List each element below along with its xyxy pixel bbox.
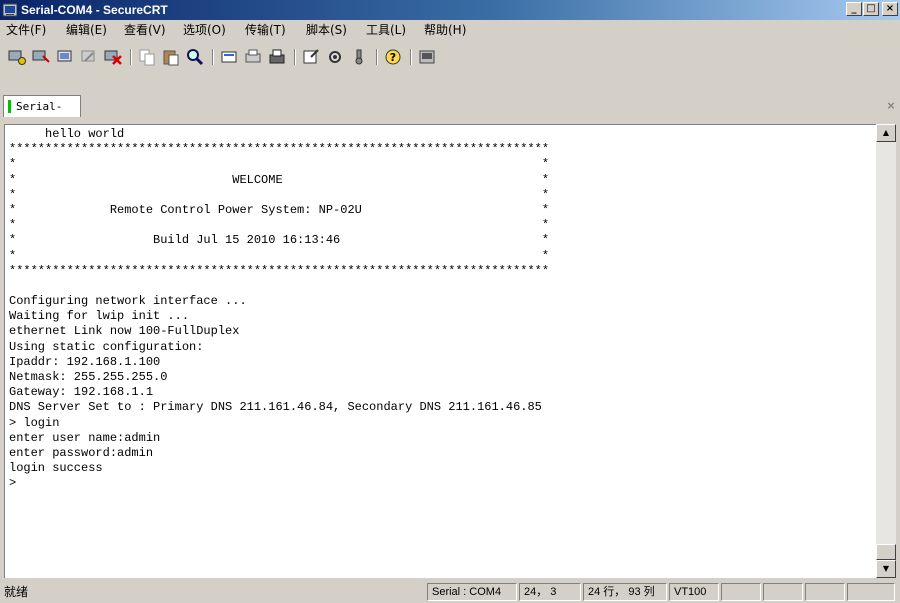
terminal-line: Using static configuration: xyxy=(9,339,204,354)
terminal-line: Gateway: 192.168.1.1 xyxy=(9,385,154,400)
terminal-lines: hello world *****************************… xyxy=(9,127,549,492)
menu-tools[interactable]: 工具(L) xyxy=(366,23,406,37)
terminal-line: * * xyxy=(9,157,550,172)
terminal-line: * Build Jul 15 2010 16:13:46 * xyxy=(9,233,550,248)
copy-icon[interactable] xyxy=(138,48,156,66)
menu-help[interactable]: 帮助(H) xyxy=(424,23,466,37)
status-cursor-position: 24， 3 xyxy=(519,583,581,601)
print-icon[interactable] xyxy=(268,48,286,66)
terminal-line: login success xyxy=(9,461,103,476)
terminal-line: ethernet Link now 100-FullDuplex xyxy=(9,324,240,339)
arrow-down-icon: ▼ xyxy=(882,564,890,573)
terminal-line: Configuring network interface ... xyxy=(9,294,247,309)
status-ready: 就绪 xyxy=(4,585,29,599)
connect-tab-icon[interactable] xyxy=(56,48,74,66)
title-bar[interactable]: Serial-COM4 - SecureCRT _ □ × xyxy=(0,0,900,20)
status-pane-empty xyxy=(721,583,761,601)
menu-options[interactable]: 选项(O) xyxy=(183,23,226,37)
status-emulation: VT100 xyxy=(669,583,719,601)
menu-bar: 文件(F) 编辑(E) 查看(V) 选项(O) 传输(T) 脚本(S) 工具(L… xyxy=(0,20,900,40)
session-options-icon[interactable] xyxy=(302,48,320,66)
terminal-line: * * xyxy=(9,248,550,263)
terminal-output[interactable]: hello world *****************************… xyxy=(4,124,876,578)
terminal-line: Netmask: 255.255.255.0 xyxy=(9,370,168,384)
print-selection-icon[interactable] xyxy=(244,48,262,66)
terminal-line: ****************************************… xyxy=(9,142,550,157)
toolbar-separator xyxy=(130,49,132,65)
menu-transfer[interactable]: 传输(T) xyxy=(245,23,286,37)
vertical-scrollbar[interactable]: ▲ ▼ xyxy=(876,124,896,578)
toolbar-separator xyxy=(294,49,296,65)
print-setup-icon[interactable] xyxy=(220,48,238,66)
status-pane-empty xyxy=(805,583,845,601)
terminal-line: DNS Server Set to : Primary DNS 211.161.… xyxy=(9,400,542,415)
terminal-line: * WELCOME * xyxy=(9,172,550,187)
terminal-line: ****************************************… xyxy=(9,263,550,278)
menu-view[interactable]: 查看(V) xyxy=(124,23,166,37)
global-options-icon[interactable] xyxy=(326,48,344,66)
menu-script[interactable]: 脚本(S) xyxy=(306,23,347,37)
close-tab-button[interactable]: × xyxy=(885,100,897,112)
close-button[interactable]: × xyxy=(882,2,898,16)
status-pane-empty xyxy=(763,583,803,601)
terminal-line: Ipaddr: 192.168.1.100 xyxy=(9,354,161,369)
maximize-button[interactable]: □ xyxy=(863,2,879,16)
scroll-down-button[interactable]: ▼ xyxy=(876,560,896,578)
disconnect-icon[interactable] xyxy=(104,48,122,66)
help-icon[interactable]: ? xyxy=(384,48,402,66)
terminal-line: * * xyxy=(9,218,550,233)
window-title: Serial-COM4 - SecureCRT xyxy=(21,3,168,17)
maximize-icon: □ xyxy=(866,3,876,14)
close-tab-icon: × xyxy=(886,99,896,112)
status-terminal-size: 24 行， 93 列 xyxy=(583,583,667,601)
terminal-line: > login xyxy=(9,415,60,430)
toolbar-separator xyxy=(376,49,378,65)
find-icon[interactable] xyxy=(186,48,204,66)
securecrt-app-icon xyxy=(3,3,17,17)
keymap-icon[interactable] xyxy=(350,48,368,66)
scroll-up-button[interactable]: ▲ xyxy=(876,124,896,142)
connection-status-indicator xyxy=(8,100,11,113)
tab-serial-com4[interactable]: Serial-COM4 xyxy=(3,95,81,135)
close-icon: × xyxy=(885,3,895,14)
quick-connect-icon[interactable] xyxy=(32,48,50,66)
status-pane-empty xyxy=(847,583,895,601)
minimize-button[interactable]: _ xyxy=(846,2,862,16)
terminal-line: enter user name:admin xyxy=(9,430,161,445)
menu-file[interactable]: 文件(F) xyxy=(6,23,46,37)
connect-icon[interactable] xyxy=(8,48,26,66)
reconnect-icon[interactable] xyxy=(80,48,98,66)
terminal-line: hello world xyxy=(9,127,125,141)
status-bar: 就绪 Serial : COM4 24， 3 24 行， 93 列 VT100 xyxy=(0,581,900,603)
terminal-line: * * xyxy=(9,187,550,202)
terminal-line: > xyxy=(9,476,17,491)
svg-text:?: ? xyxy=(390,51,396,64)
menu-edit[interactable]: 编辑(E) xyxy=(66,23,107,37)
toolbar: ? xyxy=(0,42,900,72)
terminal-line: enter password:admin xyxy=(9,445,154,460)
paste-icon[interactable] xyxy=(162,48,180,66)
sftp-icon[interactable] xyxy=(418,48,436,66)
toolbar-separator xyxy=(410,49,412,65)
status-connection: Serial : COM4 xyxy=(427,583,517,601)
terminal-line: Waiting for lwip init ... xyxy=(9,309,190,324)
session-tab-strip: Serial-COM4 × xyxy=(0,92,900,135)
terminal-line: * Remote Control Power System: NP-02U * xyxy=(9,202,550,217)
minimize-icon: _ xyxy=(851,3,857,14)
toolbar-separator xyxy=(212,49,214,65)
arrow-up-icon: ▲ xyxy=(882,128,890,137)
scroll-thumb[interactable] xyxy=(876,544,896,560)
